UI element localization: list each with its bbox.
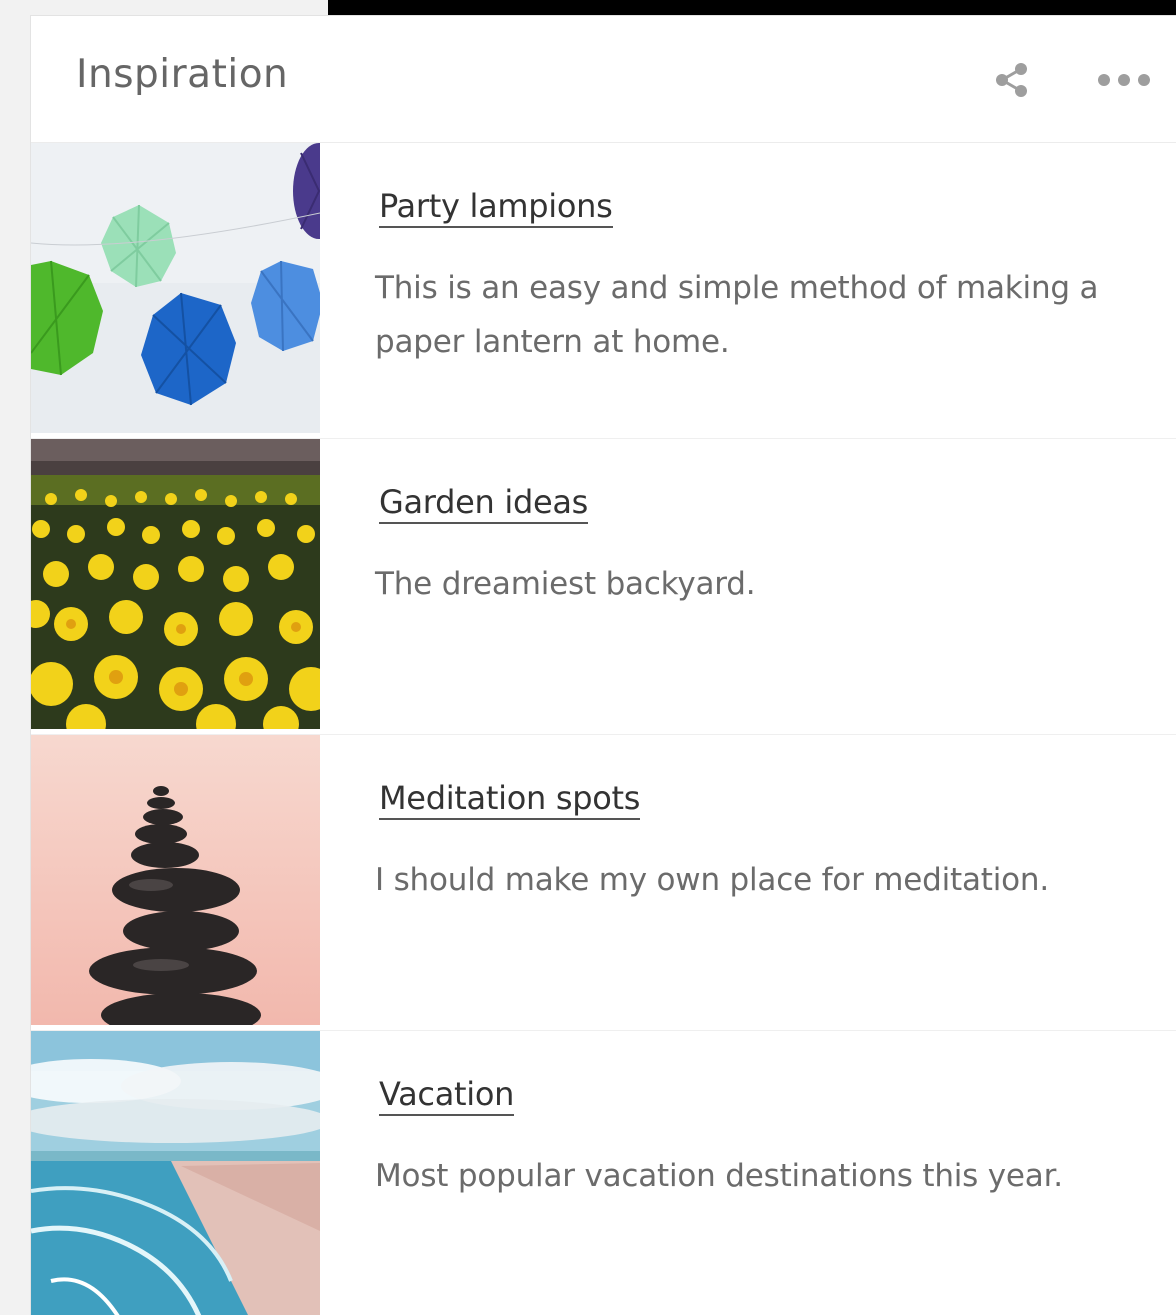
stacked-stones-image[interactable]	[31, 735, 320, 1025]
daffodil-field-image[interactable]	[31, 439, 320, 729]
panel-title: Inspiration	[76, 52, 289, 97]
item-description: I should make my own place for meditatio…	[375, 862, 1050, 898]
more-horizontal-icon	[1098, 74, 1150, 86]
share-icon	[996, 63, 1027, 97]
inspiration-list: Party lampions This is an easy and simpl…	[31, 143, 1176, 1315]
top-dark-strip	[328, 0, 1176, 15]
list-item: Vacation Most popular vacation destinati…	[31, 1031, 1176, 1315]
item-description: Most popular vacation destinations this …	[375, 1158, 1063, 1194]
list-item: Party lampions This is an easy and simpl…	[31, 143, 1176, 439]
inspiration-panel: Inspiration Party lampions This is an ea…	[30, 15, 1176, 1315]
share-button[interactable]	[981, 52, 1041, 108]
item-title-link[interactable]: Party lampions	[379, 187, 613, 228]
list-item: Meditation spots I should make my own pl…	[31, 735, 1176, 1031]
item-title-link[interactable]: Meditation spots	[379, 779, 640, 820]
more-options-button[interactable]	[1094, 52, 1154, 108]
item-title-link[interactable]: Vacation	[379, 1075, 514, 1116]
item-description: This is an easy and simple method of mak…	[375, 270, 1099, 360]
list-item: Garden ideas The dreamiest backyard.	[31, 439, 1176, 735]
item-title-link[interactable]: Garden ideas	[379, 483, 588, 524]
beach-coast-image[interactable]	[31, 1031, 320, 1315]
panel-header: Inspiration	[31, 16, 1176, 143]
paper-lanterns-image[interactable]	[31, 143, 320, 433]
item-description: The dreamiest backyard.	[375, 566, 756, 602]
